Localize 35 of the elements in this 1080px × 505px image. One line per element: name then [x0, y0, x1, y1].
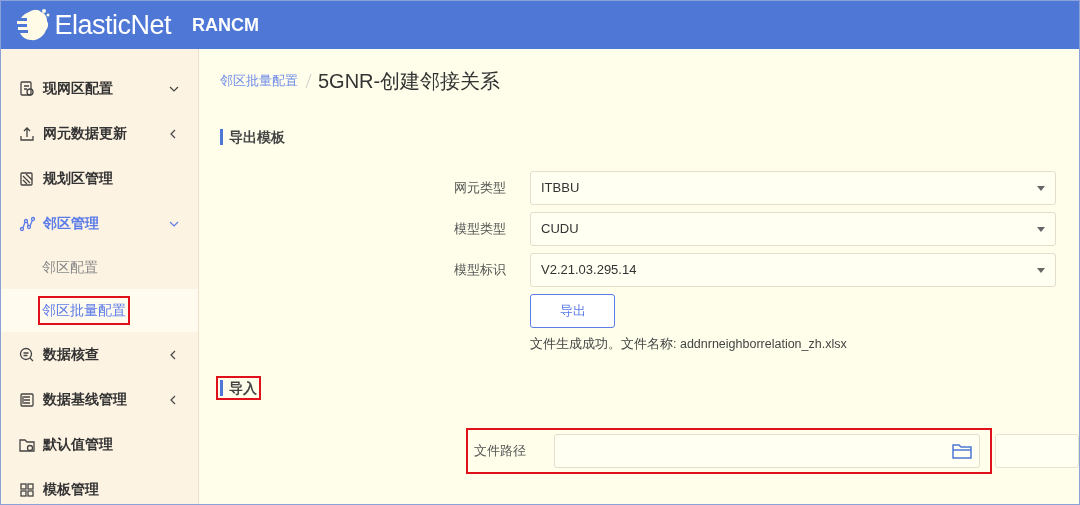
- graph-icon: [19, 215, 35, 232]
- sidebar-item[interactable]: 邻区管理: [1, 201, 198, 246]
- tiles-icon: [19, 481, 35, 498]
- file-path-field[interactable]: [554, 433, 980, 468]
- list-icon: [19, 391, 35, 408]
- dropdown-arrow-icon: [1037, 185, 1045, 191]
- sidebar-item[interactable]: 数据基线管理: [1, 377, 198, 422]
- logo-text: ElasticNet: [54, 8, 172, 42]
- dropdown-arrow-icon: [1037, 267, 1045, 273]
- sidebar-item[interactable]: 模板管理: [1, 467, 198, 504]
- section-title: 导出模板: [220, 129, 285, 145]
- sidebar-item[interactable]: 网元数据更新: [1, 111, 198, 156]
- upload-icon: [19, 125, 35, 142]
- select-field[interactable]: CUDU: [530, 212, 1056, 246]
- export-button[interactable]: 导出: [530, 294, 615, 328]
- select-field[interactable]: V2.21.03.295.14: [530, 253, 1056, 287]
- document-icon: [19, 80, 35, 97]
- product-name: RANCM: [192, 13, 260, 37]
- search-icon: [19, 346, 35, 363]
- page-title: 5GNR-创建邻接关系: [318, 69, 501, 94]
- sidebar-item[interactable]: 现网区配置: [1, 66, 198, 111]
- field-label: 模型类型: [453, 220, 507, 239]
- logo-icon: [15, 8, 51, 42]
- sidebar-item[interactable]: 数据核查: [1, 332, 198, 377]
- field-label: 文件路径: [474, 442, 527, 460]
- field-label: 模型标识: [453, 261, 507, 280]
- sidebar-item[interactable]: 规划区管理: [1, 156, 198, 201]
- folder-icon: [19, 436, 35, 453]
- status-message: 文件生成成功。文件名称: addnrneighborrelation_zh.xlsx: [530, 336, 848, 353]
- select-field[interactable]: ITBBU: [530, 171, 1056, 205]
- field-label: 网元类型: [453, 179, 507, 198]
- sidebar-item[interactable]: 默认值管理: [1, 422, 198, 467]
- hatched-box-icon: [19, 170, 35, 187]
- folder-icon[interactable]: [952, 442, 972, 459]
- dropdown-arrow-icon: [1037, 226, 1045, 232]
